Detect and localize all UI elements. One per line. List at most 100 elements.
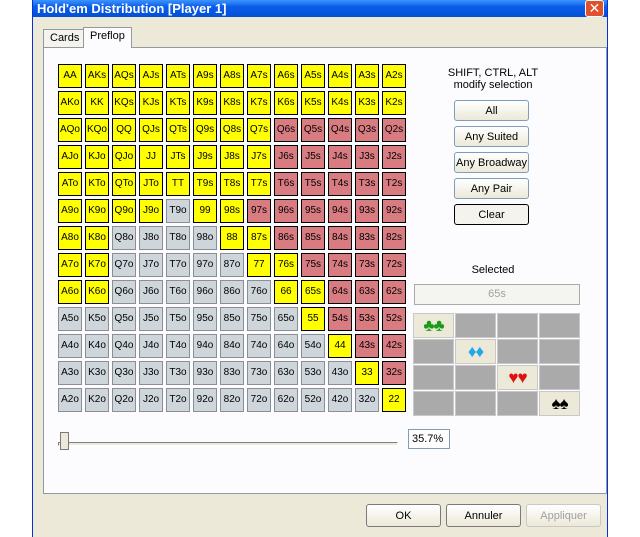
tab-preflop[interactable]: Preflop bbox=[83, 27, 132, 48]
hand-cell[interactable]: K8s bbox=[220, 91, 244, 115]
hand-cell[interactable]: KJo bbox=[85, 145, 109, 169]
hand-cell[interactable]: 97o bbox=[193, 253, 217, 277]
hand-cell[interactable]: 63o bbox=[274, 361, 298, 385]
hand-cell[interactable]: A9o bbox=[58, 199, 82, 223]
hand-cell[interactable]: 74s bbox=[328, 253, 352, 277]
hand-cell[interactable]: T2o bbox=[166, 388, 190, 412]
suit-combo-cell[interactable] bbox=[497, 313, 538, 338]
hand-cell[interactable]: K4s bbox=[328, 91, 352, 115]
hand-cell[interactable]: 54s bbox=[328, 307, 352, 331]
hand-cell[interactable]: 22 bbox=[382, 388, 406, 412]
hand-cell[interactable]: 33 bbox=[355, 361, 379, 385]
hand-cell[interactable]: 95s bbox=[301, 199, 325, 223]
suit-combo-cell[interactable] bbox=[413, 391, 454, 416]
hand-cell[interactable]: K4o bbox=[85, 334, 109, 358]
hand-cell[interactable]: A4s bbox=[328, 64, 352, 88]
hand-cell[interactable]: T6s bbox=[274, 172, 298, 196]
hand-cell[interactable]: 75s bbox=[301, 253, 325, 277]
hand-cell[interactable]: T4s bbox=[328, 172, 352, 196]
hand-cell[interactable]: QJo bbox=[112, 145, 136, 169]
hand-cell[interactable]: J8s bbox=[220, 145, 244, 169]
suit-combo-cell[interactable] bbox=[497, 391, 538, 416]
hand-cell[interactable]: Q4s bbox=[328, 118, 352, 142]
hand-cell[interactable]: AA bbox=[58, 64, 82, 88]
hand-cell[interactable]: 75o bbox=[247, 307, 271, 331]
hand-cell[interactable]: J2s bbox=[382, 145, 406, 169]
hand-cell[interactable]: A2s bbox=[382, 64, 406, 88]
hand-cell[interactable]: T9o bbox=[166, 199, 190, 223]
hand-cell[interactable]: A3s bbox=[355, 64, 379, 88]
hand-cell[interactable]: AKs bbox=[85, 64, 109, 88]
hand-cell[interactable]: QQ bbox=[112, 118, 136, 142]
hand-cell[interactable]: Q8o bbox=[112, 226, 136, 250]
hand-cell[interactable]: Q2o bbox=[112, 388, 136, 412]
hand-cell[interactable]: 96s bbox=[274, 199, 298, 223]
hand-cell[interactable]: A6o bbox=[58, 280, 82, 304]
hand-cell[interactable]: 65o bbox=[274, 307, 298, 331]
any-broadway-button[interactable]: Any Broadway bbox=[454, 152, 529, 173]
hand-cell[interactable]: T3s bbox=[355, 172, 379, 196]
hand-cell[interactable]: A9s bbox=[193, 64, 217, 88]
hand-cell[interactable]: 83s bbox=[355, 226, 379, 250]
hand-cell[interactable]: 77 bbox=[247, 253, 271, 277]
range-slider-track[interactable] bbox=[58, 442, 398, 446]
hand-cell[interactable]: KTs bbox=[166, 91, 190, 115]
hand-cell[interactable]: A5s bbox=[301, 64, 325, 88]
hand-cell[interactable]: 99 bbox=[193, 199, 217, 223]
hand-cell[interactable]: 53s bbox=[355, 307, 379, 331]
hand-cell[interactable]: 54o bbox=[301, 334, 325, 358]
hand-cell[interactable]: Q2s bbox=[382, 118, 406, 142]
hand-cell[interactable]: Q7s bbox=[247, 118, 271, 142]
hand-cell[interactable]: A2o bbox=[58, 388, 82, 412]
hand-cell[interactable]: 55 bbox=[301, 307, 325, 331]
hand-cell[interactable]: 95o bbox=[193, 307, 217, 331]
hand-cell[interactable]: T9s bbox=[193, 172, 217, 196]
hand-cell[interactable]: 44 bbox=[328, 334, 352, 358]
hand-cell[interactable]: 32o bbox=[355, 388, 379, 412]
hand-cell[interactable]: TT bbox=[166, 172, 190, 196]
hand-cell[interactable]: K5o bbox=[85, 307, 109, 331]
hand-cell[interactable]: 62s bbox=[382, 280, 406, 304]
hand-cell[interactable]: Q3s bbox=[355, 118, 379, 142]
hand-cell[interactable]: 88 bbox=[220, 226, 244, 250]
hand-cell[interactable]: 52o bbox=[301, 388, 325, 412]
hand-cell[interactable]: Q9o bbox=[112, 199, 136, 223]
hand-cell[interactable]: T7s bbox=[247, 172, 271, 196]
suit-combo-cell[interactable] bbox=[413, 365, 454, 390]
suit-combo-cell[interactable] bbox=[455, 365, 496, 390]
all-button[interactable]: All bbox=[454, 100, 529, 121]
hand-cell[interactable]: 85o bbox=[220, 307, 244, 331]
hand-cell[interactable]: Q9s bbox=[193, 118, 217, 142]
any-pair-button[interactable]: Any Pair bbox=[454, 178, 529, 199]
hand-cell[interactable]: K3o bbox=[85, 361, 109, 385]
hand-cell[interactable]: T2s bbox=[382, 172, 406, 196]
apply-button[interactable]: Appliquer bbox=[526, 504, 601, 527]
hand-cell[interactable]: 43o bbox=[328, 361, 352, 385]
hand-cell[interactable]: 85s bbox=[301, 226, 325, 250]
hand-cell[interactable]: T3o bbox=[166, 361, 190, 385]
hand-cell[interactable]: 74o bbox=[247, 334, 271, 358]
hand-cell[interactable]: Q4o bbox=[112, 334, 136, 358]
hand-cell[interactable]: K7s bbox=[247, 91, 271, 115]
hand-cell[interactable]: K7o bbox=[85, 253, 109, 277]
hand-cell[interactable]: 94o bbox=[193, 334, 217, 358]
hand-cell[interactable]: K6s bbox=[274, 91, 298, 115]
hand-cell[interactable]: QTo bbox=[112, 172, 136, 196]
hand-cell[interactable]: 97s bbox=[247, 199, 271, 223]
hand-cell[interactable]: J4o bbox=[139, 334, 163, 358]
hand-cell[interactable]: J7o bbox=[139, 253, 163, 277]
hand-cell[interactable]: 64s bbox=[328, 280, 352, 304]
hand-cell[interactable]: A6s bbox=[274, 64, 298, 88]
hand-cell[interactable]: J3o bbox=[139, 361, 163, 385]
hand-cell[interactable]: 52s bbox=[382, 307, 406, 331]
hand-cell[interactable]: QJs bbox=[139, 118, 163, 142]
hand-cell[interactable]: J5o bbox=[139, 307, 163, 331]
hand-cell[interactable]: 84o bbox=[220, 334, 244, 358]
hand-cell[interactable]: J6s bbox=[274, 145, 298, 169]
range-slider-thumb[interactable] bbox=[60, 432, 69, 450]
hand-cell[interactable]: A3o bbox=[58, 361, 82, 385]
title-bar[interactable]: Hold'em Distribution [Player 1] bbox=[33, 0, 607, 17]
hand-cell[interactable]: KJs bbox=[139, 91, 163, 115]
hand-cell[interactable]: K3s bbox=[355, 91, 379, 115]
hand-cell[interactable]: JTo bbox=[139, 172, 163, 196]
